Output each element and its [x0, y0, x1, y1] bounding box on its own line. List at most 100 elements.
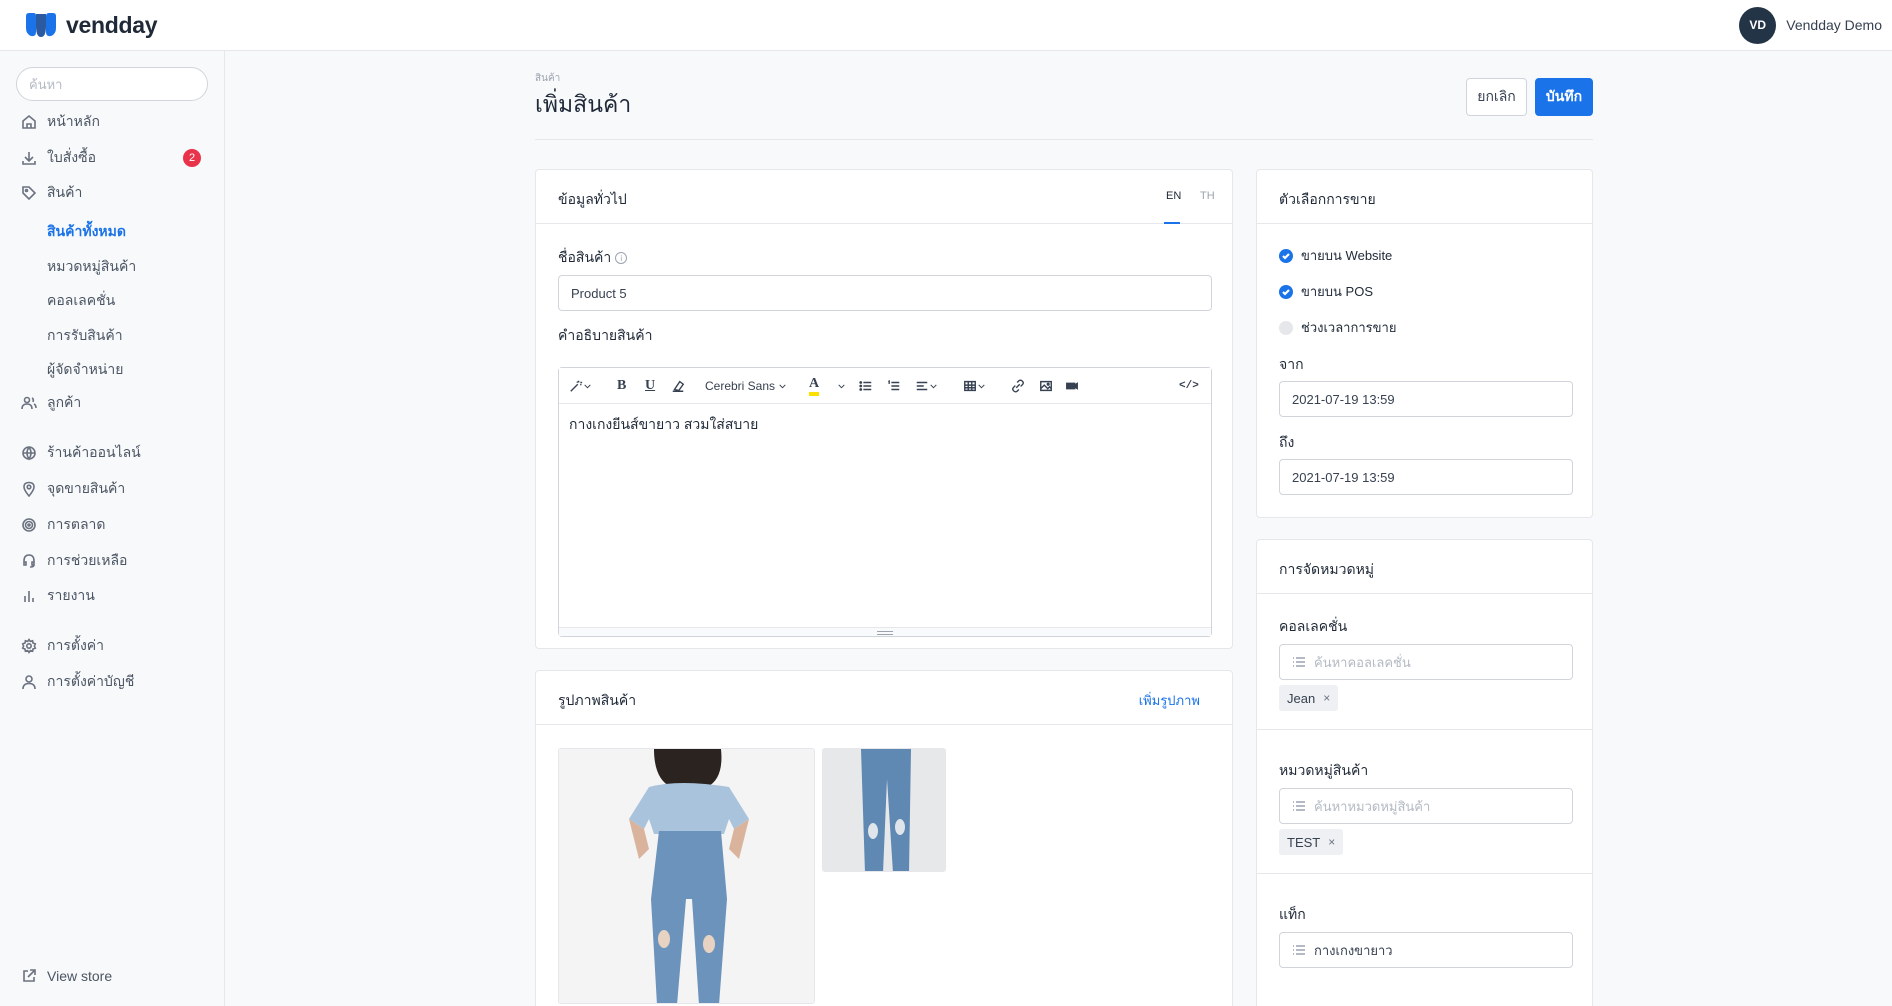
sidebar-subitem-suppliers[interactable]: ผู้จัดจำหน่าย: [47, 359, 123, 381]
view-store-link[interactable]: View store: [20, 964, 205, 988]
avatar[interactable]: VD: [1739, 6, 1777, 44]
bullet-list-icon[interactable]: [859, 377, 873, 395]
sidebar: หน้าหลัก ใบสั่งซื้อ 2 สินค้า สินค้าทั้งห…: [0, 51, 225, 1006]
sidebar-item-label: จุดขายสินค้า: [47, 480, 126, 496]
sidebar-item-label: ลูกค้า: [47, 394, 82, 410]
remove-tag-icon[interactable]: ×: [1328, 835, 1335, 849]
sidebar-item-label: ร้านค้าออนไลน์: [47, 444, 141, 460]
editor-content[interactable]: กางเกงยีนส์ขายาว สวมใส่สบาย: [569, 414, 758, 436]
main-content: สินค้า เพิ่มสินค้า ยกเลิก บันทึก ข้อมูลท…: [226, 51, 1892, 1006]
table-icon[interactable]: [963, 377, 986, 395]
cancel-button[interactable]: ยกเลิก: [1466, 78, 1527, 116]
sell-on-website-checkbox[interactable]: ขายบน Website: [1279, 245, 1392, 266]
tab-lang-en[interactable]: EN: [1166, 190, 1181, 202]
user-name[interactable]: Vendday Demo: [1786, 17, 1882, 33]
categorization-card: การจัดหมวดหมู่ คอลเลคชั่น ค้นหาคอลเลคชั่…: [1256, 539, 1593, 1006]
breadcrumb[interactable]: สินค้า: [535, 71, 560, 86]
add-image-link[interactable]: เพิ่มรูปภาพ: [1139, 690, 1200, 711]
sidebar-item-label: ใบสั่งซื้อ: [47, 149, 97, 165]
checkbox-unchecked-icon[interactable]: [1279, 320, 1293, 335]
vendday-logo-icon: [26, 13, 56, 37]
sidebar-item-support[interactable]: การช่วยเหลือ: [20, 549, 205, 573]
checkbox-checked-icon[interactable]: [1279, 248, 1293, 263]
card-header: ตัวเลือกการขาย: [1257, 170, 1592, 224]
user-menu[interactable]: VD Vendday Demo: [1739, 5, 1882, 45]
rich-text-editor: B U Cerebri Sans A </> กางเกงยีนส์ขายาว …: [558, 367, 1212, 637]
external-link-icon: [20, 967, 38, 985]
map-pin-icon: [20, 480, 38, 498]
list-icon: [1292, 799, 1306, 813]
sidebar-item-online-store[interactable]: ร้านค้าออนไลน์: [20, 441, 205, 465]
underline-icon[interactable]: U: [645, 377, 655, 395]
sidebar-subitem-all-products[interactable]: สินค้าทั้งหมด: [47, 221, 126, 243]
users-icon: [20, 394, 38, 412]
sidebar-item-account-settings[interactable]: การตั้งค่าบัญชี: [20, 670, 205, 694]
editor-resize-handle[interactable]: [559, 627, 1211, 636]
numbered-list-icon[interactable]: [887, 377, 901, 395]
model-jeans-image: [559, 749, 814, 1003]
link-icon[interactable]: [1011, 377, 1025, 395]
image-icon[interactable]: [1039, 377, 1053, 395]
sales-options-card: ตัวเลือกการขาย ขายบน Website ขายบน POS ช…: [1256, 169, 1593, 518]
sidebar-item-marketing[interactable]: การตลาด: [20, 513, 205, 537]
sidebar-item-label: การตั้งค่าบัญชี: [47, 673, 135, 689]
sidebar-item-pos[interactable]: จุดขายสินค้า: [20, 477, 205, 501]
vendday-logo[interactable]: vendday: [24, 9, 158, 41]
chevron-down-icon[interactable]: [837, 377, 846, 395]
search-input[interactable]: [16, 67, 208, 101]
sidebar-subitem-categories[interactable]: หมวดหมู่สินค้า: [47, 256, 136, 278]
sidebar-item-reports[interactable]: รายงาน: [20, 584, 205, 608]
gear-icon: [20, 637, 38, 655]
sell-on-pos-checkbox[interactable]: ขายบน POS: [1279, 281, 1373, 302]
info-icon[interactable]: i: [615, 252, 628, 264]
sidebar-item-orders[interactable]: ใบสั่งซื้อ 2: [20, 146, 205, 170]
video-icon[interactable]: [1065, 377, 1079, 395]
to-date-input[interactable]: 2021-07-19 13:59: [1279, 459, 1573, 495]
category-tag: TEST ×: [1279, 829, 1344, 855]
list-icon: [1292, 943, 1306, 957]
font-family-select[interactable]: Cerebri Sans: [705, 377, 787, 395]
collection-placeholder: ค้นหาคอลเลคชั่น: [1314, 654, 1411, 670]
tag-label: Jean: [1287, 690, 1316, 706]
sidebar-item-home[interactable]: หน้าหลัก: [20, 110, 205, 134]
download-icon: [20, 149, 38, 167]
text-color-icon[interactable]: A: [809, 376, 820, 396]
category-placeholder: ค้นหาหมวดหมู่สินค้า: [1314, 798, 1431, 814]
checkbox-label: ขายบน POS: [1301, 284, 1374, 299]
card-title: การจัดหมวดหมู่: [1279, 561, 1375, 577]
sidebar-item-customers[interactable]: ลูกค้า: [20, 391, 205, 415]
category-label: หมวดหมู่สินค้า: [1279, 762, 1369, 778]
sidebar-item-products[interactable]: สินค้า: [20, 181, 205, 205]
collection-search-input[interactable]: ค้นหาคอลเลคชั่น: [1279, 644, 1573, 680]
align-icon[interactable]: [915, 377, 938, 395]
eraser-icon[interactable]: [671, 377, 685, 395]
sidebar-subitem-receiving[interactable]: การรับสินค้า: [47, 325, 123, 347]
sidebar-subitem-collections[interactable]: คอลเลคชั่น: [47, 290, 115, 312]
section-divider: [1257, 729, 1593, 730]
to-label: ถึง: [1279, 434, 1295, 450]
sidebar-item-settings[interactable]: การตั้งค่า: [20, 634, 205, 658]
product-name-input[interactable]: Product 5: [558, 275, 1212, 311]
bold-icon[interactable]: B: [617, 377, 626, 395]
code-view-icon[interactable]: </>: [1179, 377, 1199, 395]
save-button[interactable]: บันทึก: [1535, 78, 1593, 116]
category-search-input[interactable]: ค้นหาหมวดหมู่สินค้า: [1279, 788, 1573, 824]
globe-icon: [20, 444, 38, 462]
from-date-input[interactable]: 2021-07-19 13:59: [1279, 381, 1573, 417]
tags-input[interactable]: กางเกงขายาว: [1279, 932, 1573, 968]
collection-label: คอลเลคชั่น: [1279, 618, 1348, 634]
product-image-secondary[interactable]: [822, 748, 946, 872]
tab-lang-th[interactable]: TH: [1200, 190, 1215, 202]
magic-wand-icon[interactable]: [569, 377, 592, 395]
tag-icon: [20, 184, 38, 202]
checkbox-checked-icon[interactable]: [1279, 284, 1293, 299]
card-header: รูปภาพสินค้า เพิ่มรูปภาพ: [536, 671, 1232, 725]
card-title: ข้อมูลทั่วไป: [558, 191, 627, 207]
home-icon: [20, 113, 38, 131]
sales-period-checkbox[interactable]: ช่วงเวลาการขาย: [1279, 317, 1396, 338]
tags-value: กางเกงขายาว: [1314, 942, 1393, 958]
remove-tag-icon[interactable]: ×: [1323, 691, 1330, 705]
product-image-main[interactable]: [558, 748, 815, 1004]
from-label: จาก: [1279, 356, 1304, 372]
collection-tag: Jean ×: [1279, 685, 1339, 711]
